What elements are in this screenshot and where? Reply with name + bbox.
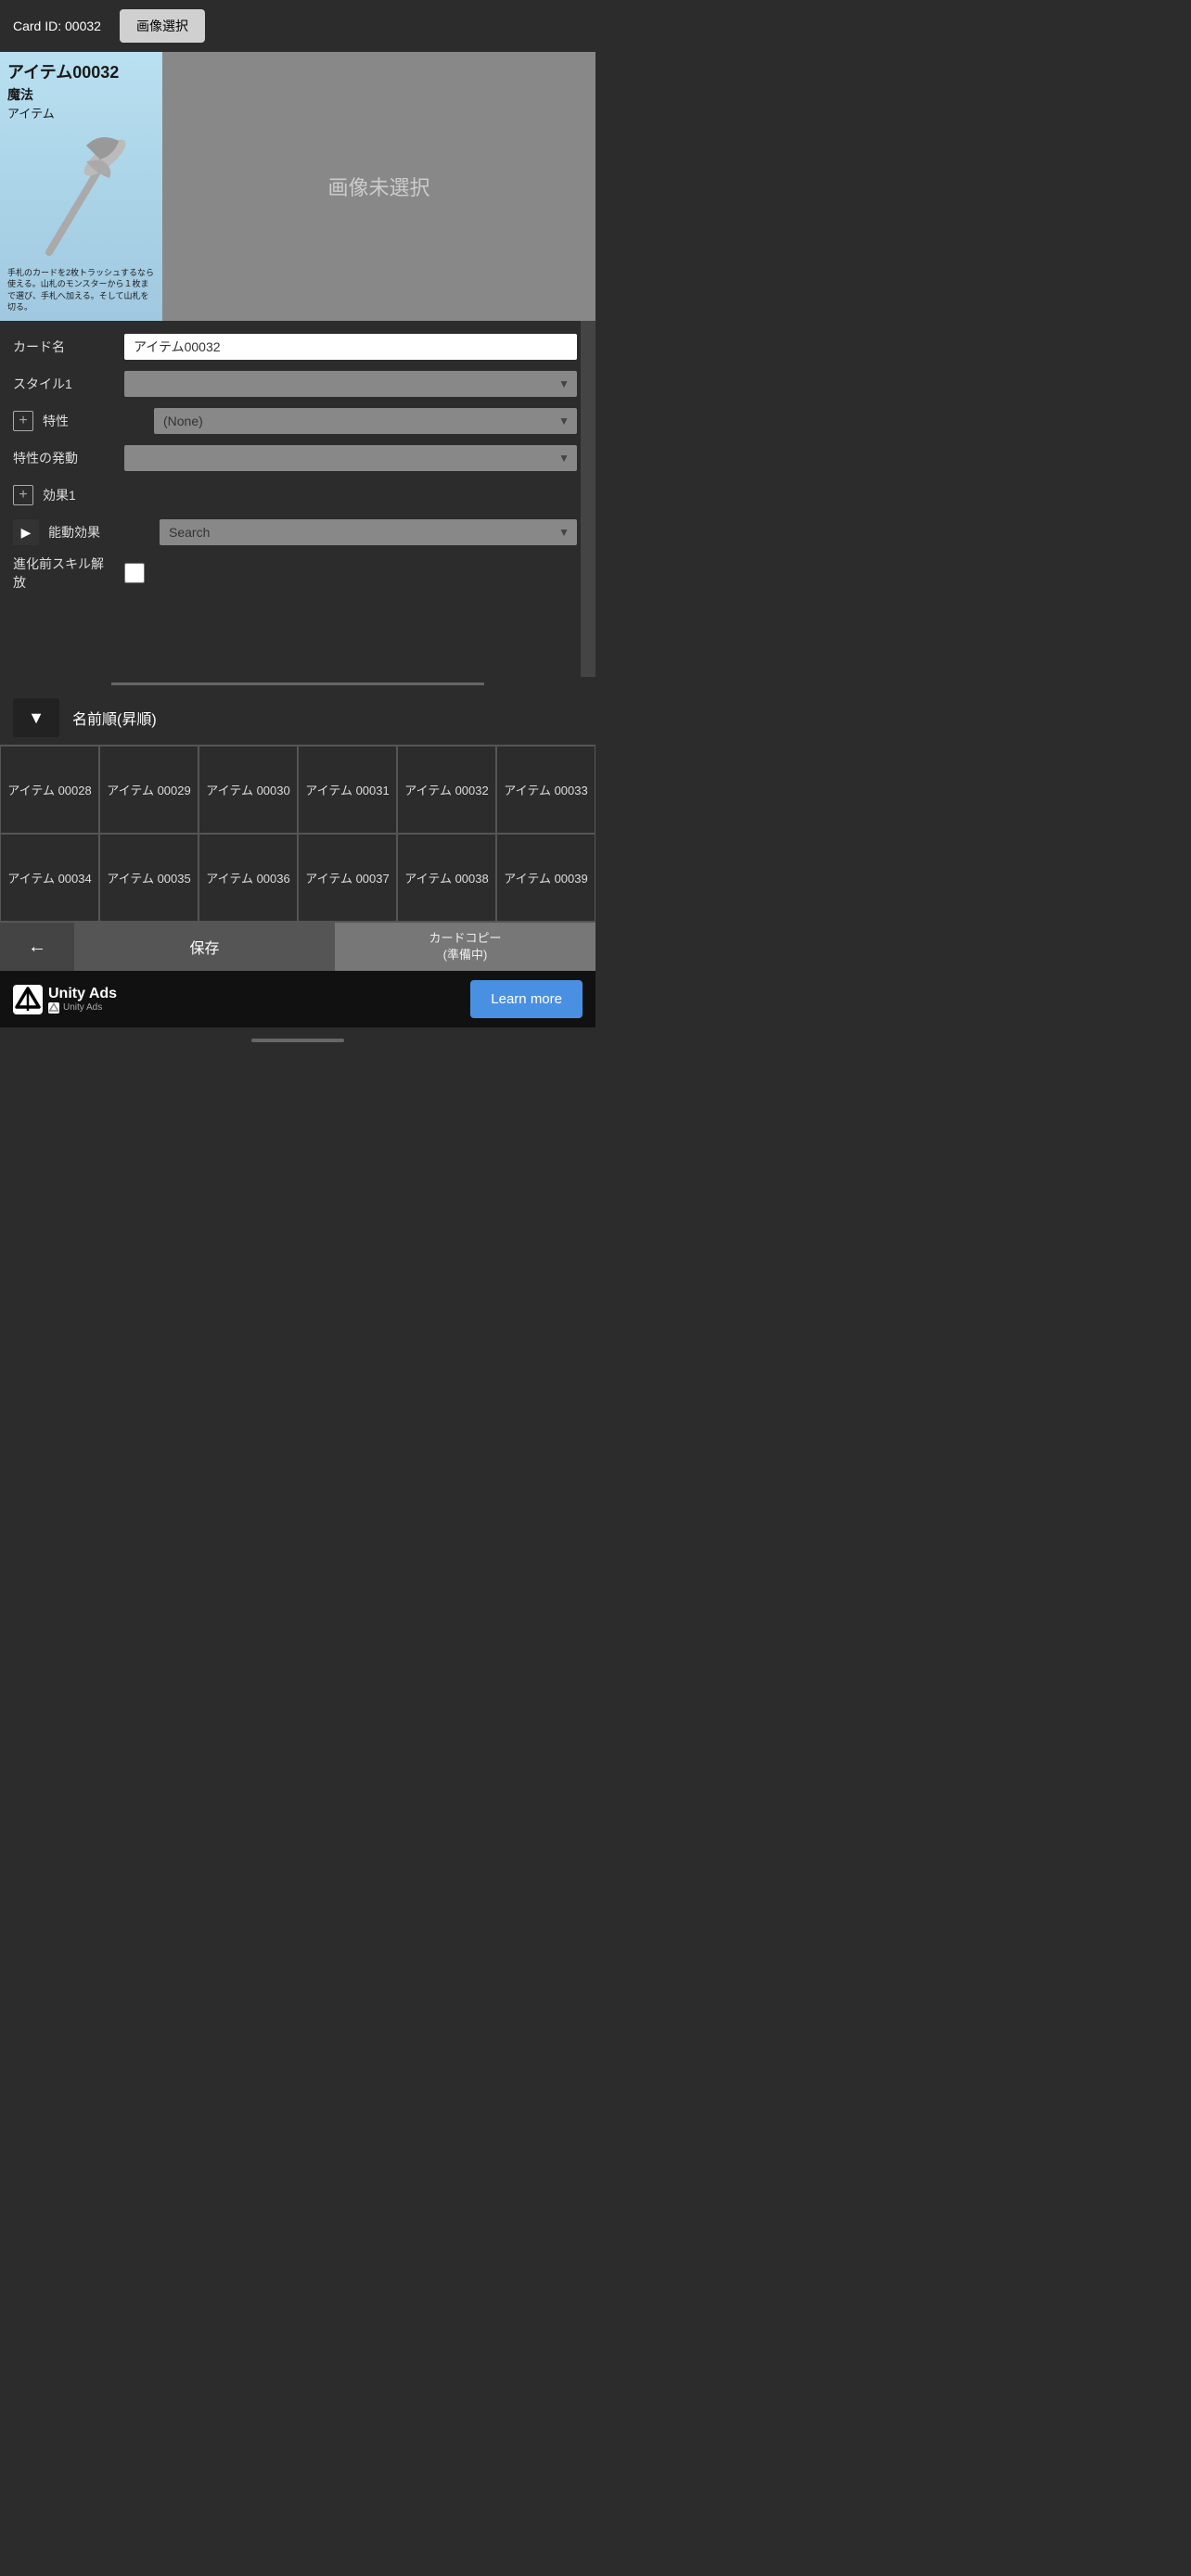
form-row-trait-trigger: 特性の発動 ▼ bbox=[0, 440, 596, 477]
grid-cell[interactable]: アイテム 00028 bbox=[0, 746, 99, 834]
no-image-text: 画像未選択 bbox=[327, 172, 429, 201]
top-bar: Card ID: 00032 画像選択 bbox=[0, 0, 596, 52]
card-subtype: アイテム bbox=[7, 104, 155, 121]
nav-bar bbox=[251, 1039, 344, 1042]
unity-brand: Unity Ads Unity Ads bbox=[48, 986, 117, 1014]
back-button[interactable]: ← bbox=[0, 923, 74, 971]
form-row-pre-evo: 進化前スキル解放 bbox=[0, 551, 596, 595]
style1-label: スタイル1 bbox=[13, 375, 115, 393]
pickaxe-icon bbox=[31, 122, 133, 261]
grid-cell[interactable]: アイテム 00034 bbox=[0, 834, 99, 922]
grid-cell[interactable]: アイテム 00029 bbox=[99, 746, 198, 834]
pre-evo-label: 進化前スキル解放 bbox=[13, 555, 115, 592]
unity-logo-icon bbox=[13, 985, 43, 1014]
trait-label: 特性 bbox=[43, 412, 145, 430]
grid-cell[interactable]: アイテム 00038 bbox=[397, 834, 496, 922]
no-image-area: 画像未選択 bbox=[162, 52, 596, 321]
card-name-label: カード名 bbox=[13, 338, 115, 356]
card-grid: アイテム 00028アイテム 00029アイテム 00030アイテム 00031… bbox=[0, 745, 596, 922]
card-preview: アイテム00032 魔法 アイテム 手札のカードを2枚トラッシュするなら使える。… bbox=[0, 52, 162, 321]
sort-label: 名前順(昇順) bbox=[72, 707, 157, 729]
grid-cell[interactable]: アイテム 00036 bbox=[198, 834, 298, 922]
style1-select[interactable] bbox=[124, 371, 577, 397]
trait-select[interactable]: (None) bbox=[154, 408, 577, 434]
style1-select-wrapper: ▼ bbox=[124, 371, 577, 397]
sort-bar: ▼ 名前順(昇順) bbox=[0, 691, 596, 745]
form-row-active-effect: ▶ 能動効果 Search ▼ bbox=[0, 514, 596, 551]
unity-ads-text: Unity Ads bbox=[48, 986, 117, 1002]
form-row-card-name: カード名 bbox=[0, 328, 596, 365]
pre-evo-checkbox[interactable] bbox=[124, 563, 145, 583]
form-row-style1: スタイル1 ▼ bbox=[0, 365, 596, 402]
unity-small-icon bbox=[48, 1002, 59, 1014]
trait-trigger-select[interactable] bbox=[124, 445, 577, 471]
form-row-effect1: + 効果1 bbox=[0, 477, 596, 514]
scrollbar-track[interactable] bbox=[581, 321, 596, 677]
card-id-label: Card ID: 00032 bbox=[13, 19, 101, 33]
trait-add-button[interactable]: + bbox=[13, 411, 33, 431]
bottom-toolbar: ← 保存 カードコピー(準備中) bbox=[0, 922, 596, 971]
card-type: 魔法 bbox=[7, 85, 155, 104]
image-select-button[interactable]: 画像選択 bbox=[120, 9, 205, 43]
sort-dropdown-button[interactable]: ▼ bbox=[13, 698, 59, 737]
unity-logo: Unity Ads Unity Ads bbox=[13, 985, 459, 1014]
section-divider bbox=[111, 682, 484, 685]
empty-space bbox=[0, 595, 596, 670]
effect1-label: 効果1 bbox=[43, 486, 145, 504]
grid-cell[interactable]: アイテム 00037 bbox=[298, 834, 397, 922]
form-row-trait: + 特性 (None) ▼ bbox=[0, 402, 596, 440]
card-copy-button[interactable]: カードコピー(準備中) bbox=[335, 923, 596, 971]
active-effect-play-button[interactable]: ▶ bbox=[13, 519, 39, 545]
effect1-add-button[interactable]: + bbox=[13, 485, 33, 505]
ad-banner: Unity Ads Unity Ads Learn more bbox=[0, 971, 596, 1027]
grid-cell[interactable]: アイテム 00032 bbox=[397, 746, 496, 834]
save-button[interactable]: 保存 bbox=[74, 923, 335, 971]
learn-more-button[interactable]: Learn more bbox=[470, 980, 583, 1018]
active-effect-label: 能動効果 bbox=[48, 523, 150, 542]
grid-cell[interactable]: アイテム 00031 bbox=[298, 746, 397, 834]
unity-sub-text: Unity Ads bbox=[48, 1002, 117, 1014]
card-title: アイテム00032 bbox=[7, 59, 155, 83]
grid-cell[interactable]: アイテム 00035 bbox=[99, 834, 198, 922]
active-effect-select[interactable]: Search bbox=[160, 519, 577, 545]
active-effect-select-wrapper: Search ▼ bbox=[160, 519, 577, 545]
preview-area: アイテム00032 魔法 アイテム 手札のカードを2枚トラッシュするなら使える。… bbox=[0, 52, 596, 321]
trait-trigger-select-wrapper: ▼ bbox=[124, 445, 577, 471]
form-section: カード名 スタイル1 ▼ + 特性 (None) ▼ 特性の発動 ▼ bbox=[0, 321, 596, 677]
grid-cell[interactable]: アイテム 00033 bbox=[496, 746, 596, 834]
trait-trigger-label: 特性の発動 bbox=[13, 449, 115, 467]
card-desc: 手札のカードを2枚トラッシュするなら使える。山札のモンスターから１枚まで選び、手… bbox=[7, 267, 155, 313]
grid-cell[interactable]: アイテム 00030 bbox=[198, 746, 298, 834]
grid-cell[interactable]: アイテム 00039 bbox=[496, 834, 596, 922]
card-name-input[interactable] bbox=[124, 334, 577, 360]
trait-select-wrapper: (None) ▼ bbox=[154, 408, 577, 434]
bottom-nav bbox=[0, 1027, 596, 1053]
card-image-area bbox=[7, 121, 155, 263]
